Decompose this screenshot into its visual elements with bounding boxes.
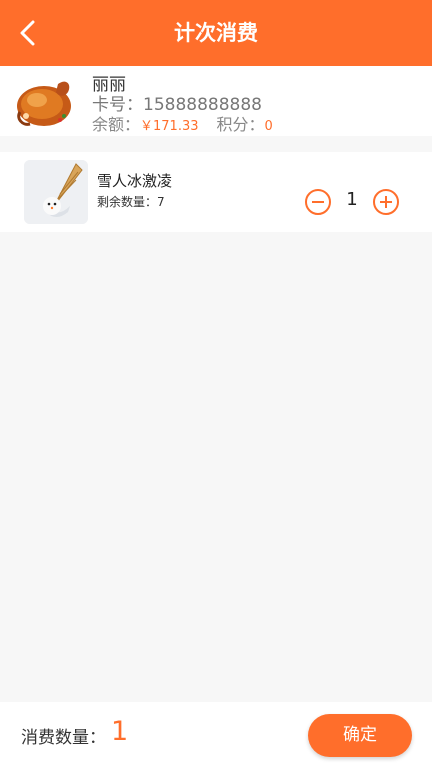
page-title: 计次消费 <box>174 21 258 45</box>
balance-label: 余额： <box>92 115 141 134</box>
list-item: 雪人冰激凌 剩余数量：7 1 <box>0 152 432 232</box>
footer-bar: 消费数量： 1 确定 <box>0 702 432 768</box>
total-count-value: 1 <box>111 716 129 747</box>
remaining-quantity: 剩余数量：7 <box>97 193 165 210</box>
balance-value: ￥171.33 <box>140 119 199 134</box>
header-bar: 计次消费 <box>0 0 432 66</box>
points-label: 积分： <box>216 115 265 134</box>
quantity-value: 1 <box>346 189 358 210</box>
product-name: 雪人冰激凌 <box>97 172 173 190</box>
decrease-button[interactable] <box>304 188 332 216</box>
remaining-label: 剩余数量： <box>97 195 158 209</box>
increase-button[interactable] <box>372 188 400 216</box>
remaining-value: 7 <box>157 195 165 209</box>
plus-circle-icon <box>373 189 399 215</box>
product-thumbnail <box>24 160 88 224</box>
member-card: 丽丽 卡号：15888888888 余额：￥171.33 积分：0 <box>0 66 432 136</box>
points-value: 0 <box>264 119 273 134</box>
balance-points-row: 余额：￥171.33 积分：0 <box>92 111 273 135</box>
minus-circle-icon <box>305 189 331 215</box>
avatar <box>14 72 76 134</box>
confirm-button[interactable]: 确定 <box>308 714 412 757</box>
total-count-label: 消费数量： <box>21 728 106 748</box>
